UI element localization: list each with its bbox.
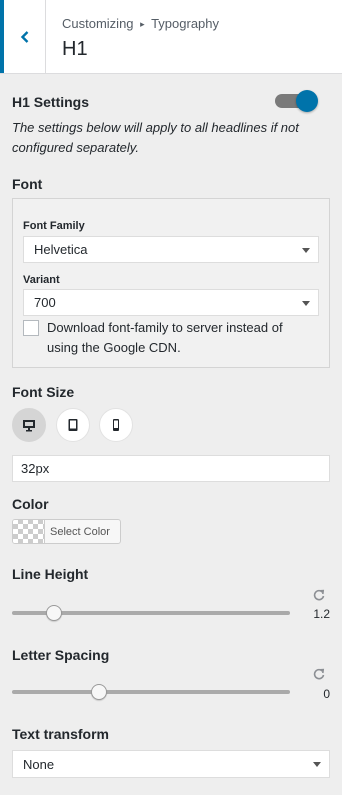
line-height-value: 1.2 [313, 607, 330, 621]
letter-spacing-label: Letter Spacing [12, 647, 110, 663]
line-height-slider-handle[interactable] [46, 605, 63, 621]
chevron-down-icon [302, 247, 310, 253]
variant-select[interactable]: 700 [23, 289, 319, 316]
font-section-label: Font [12, 176, 43, 192]
h1-settings-toggle[interactable] [275, 90, 319, 112]
variant-label: Variant [23, 274, 60, 286]
h1-settings-label: H1 Settings [12, 94, 90, 110]
device-mobile-button[interactable] [99, 408, 133, 442]
font-family-value: Helvetica [34, 242, 88, 257]
font-size-input[interactable]: 32px [12, 455, 330, 482]
font-size-value: 32px [21, 461, 50, 476]
font-group: Font Family Helvetica Variant 700 Downlo… [12, 198, 330, 368]
text-transform-value: None [23, 756, 55, 772]
font-family-select[interactable]: Helvetica [23, 236, 319, 263]
color-swatch [13, 520, 45, 543]
reset-icon[interactable] [312, 588, 326, 602]
select-color-label: Select Color [50, 525, 110, 538]
desktop-icon [23, 420, 35, 432]
text-transform-label: Text transform [12, 726, 109, 742]
h1-settings-description: The settings below will apply to all hea… [12, 120, 299, 155]
download-font-label[interactable]: Download font-family to server instead o… [47, 318, 317, 358]
select-color-button[interactable]: Select Color [12, 519, 121, 544]
breadcrumb: Customizing ▸ Typography [62, 16, 219, 31]
toggle-knob [296, 90, 318, 112]
back-button[interactable] [0, 0, 46, 73]
chevron-down-icon [313, 762, 321, 767]
breadcrumb-current: Typography [151, 16, 220, 31]
letter-spacing-slider-handle[interactable] [90, 684, 107, 700]
tablet-icon [68, 419, 78, 431]
mobile-icon [113, 419, 119, 431]
panel-header: Customizing ▸ Typography H1 [0, 0, 342, 74]
reset-icon[interactable] [312, 667, 326, 681]
panel-title: H1 [62, 38, 88, 60]
chevron-down-icon [302, 300, 310, 306]
download-font-checkbox[interactable] [23, 320, 39, 336]
font-size-label: Font Size [12, 384, 75, 400]
variant-value: 700 [34, 295, 56, 310]
line-height-label: Line Height [12, 566, 89, 582]
chevron-left-icon [20, 30, 28, 43]
device-tablet-button[interactable] [56, 408, 90, 442]
device-desktop-button[interactable] [12, 408, 46, 442]
font-family-label: Font Family [23, 220, 85, 232]
breadcrumb-separator: ▸ [140, 19, 145, 29]
breadcrumb-root: Customizing [62, 16, 134, 31]
text-transform-select[interactable]: None [12, 750, 330, 778]
letter-spacing-slider[interactable] [12, 690, 290, 694]
letter-spacing-value: 0 [323, 687, 330, 701]
color-label: Color [12, 496, 49, 512]
